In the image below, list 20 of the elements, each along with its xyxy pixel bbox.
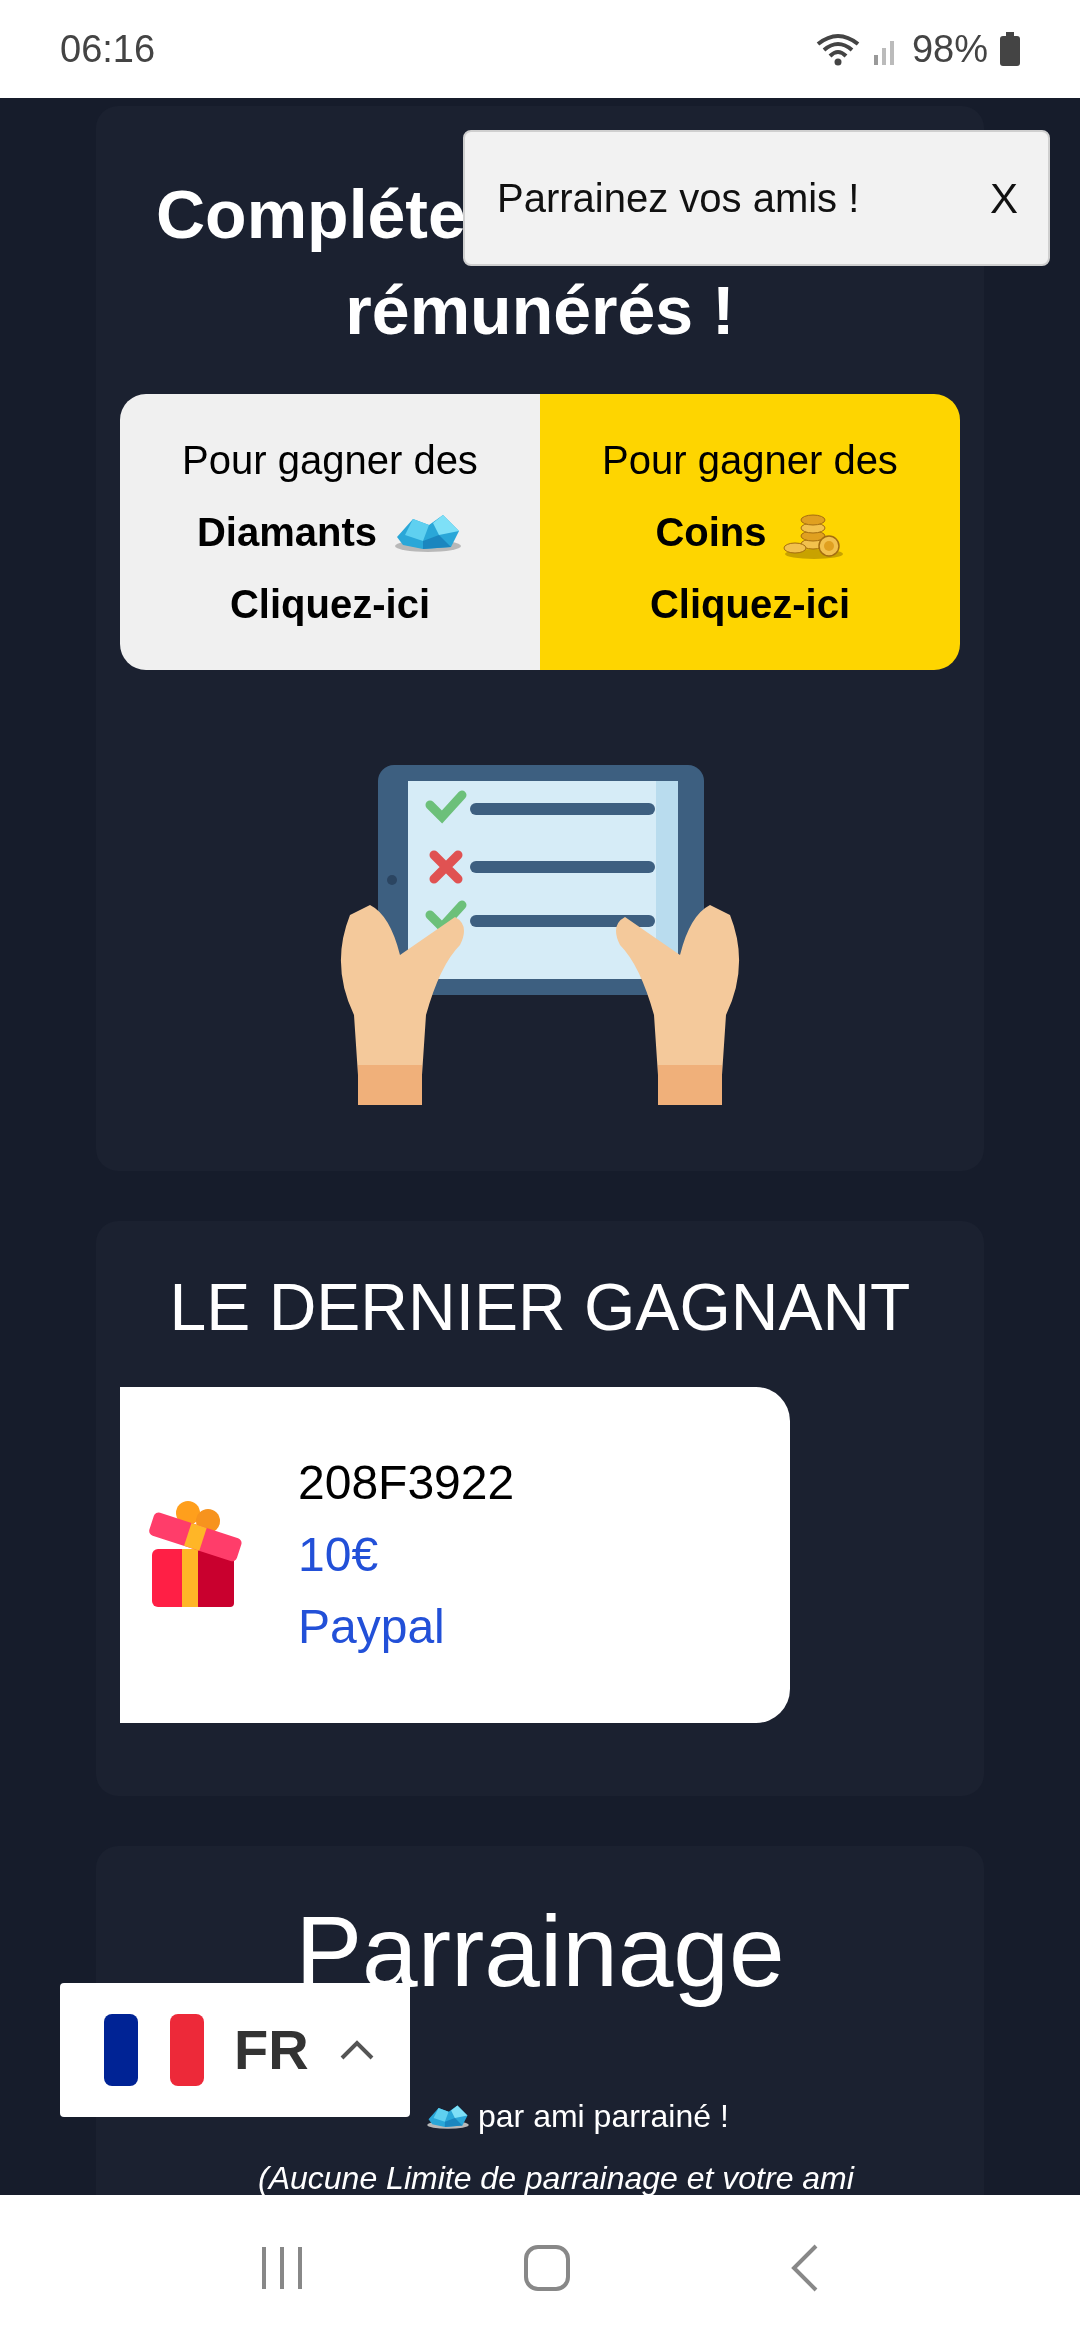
status-time: 06:16 (60, 26, 156, 72)
winner-amount: 10€ (298, 1527, 380, 1583)
close-button[interactable]: X (990, 166, 1018, 230)
toast-message: Parrainez vos amis ! (497, 175, 860, 222)
battery-percent: 98% (911, 26, 988, 72)
winner-id: 208F3922 (298, 1455, 515, 1511)
referral-reward-text: par ami parrainé ! (478, 2097, 729, 2136)
home-icon[interactable] (523, 2243, 571, 2292)
chevron-up-icon (338, 2039, 375, 2061)
battery-icon (1000, 32, 1020, 66)
wifi-icon (815, 32, 860, 66)
recent-apps-icon[interactable] (259, 2244, 304, 2291)
flag-icon (104, 2014, 204, 2086)
page-title: rémunérés ! (345, 271, 735, 350)
referral-note: (Aucune Limite de parrainage et votre ami (257, 2159, 854, 2195)
earn-option-button[interactable]: Pour gagner des Diamants Cliquez-ici (120, 394, 540, 670)
section-title: LE DERNIER GAGNANT (168, 1269, 912, 1346)
winner-method: Paypal (298, 1599, 446, 1655)
page-title: Compléte (155, 175, 466, 254)
earn-option-button[interactable]: Pour gagner des Coins Cliquez-ici (540, 394, 960, 670)
